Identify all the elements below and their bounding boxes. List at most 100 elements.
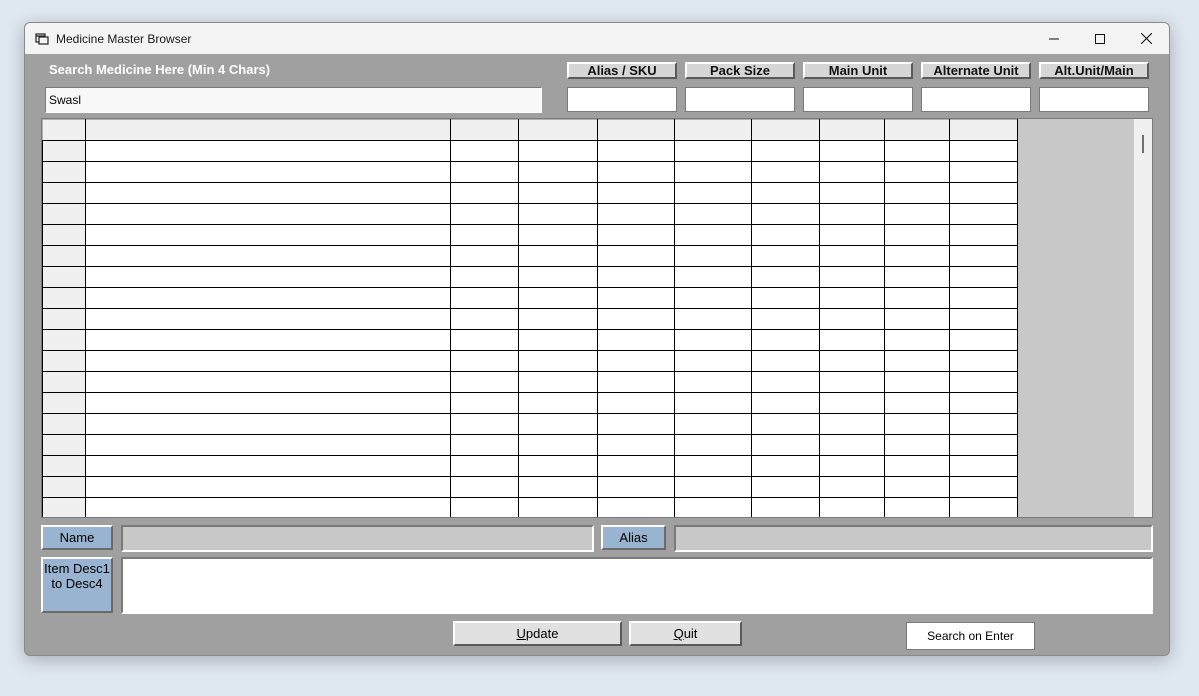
grid-row[interactable] (42, 476, 1018, 498)
grid-row[interactable] (42, 161, 1018, 183)
grid-cell[interactable] (751, 308, 820, 330)
grid-cell[interactable] (674, 434, 752, 456)
grid-cell[interactable] (674, 224, 752, 246)
grid-header-cell[interactable] (42, 119, 86, 141)
grid-cell[interactable] (949, 266, 1018, 288)
grid-cell[interactable] (884, 455, 950, 477)
grid-cell[interactable] (450, 455, 519, 477)
quit-button[interactable]: Quit (629, 621, 742, 646)
grid-cell[interactable] (884, 182, 950, 204)
grid-cell[interactable] (450, 203, 519, 225)
grid-cell[interactable] (85, 392, 451, 414)
grid-cell[interactable] (597, 140, 675, 162)
grid-cell[interactable] (597, 161, 675, 183)
grid-cell[interactable] (85, 434, 451, 456)
grid-cell[interactable] (819, 392, 885, 414)
name-field[interactable] (121, 525, 594, 552)
grid-cell[interactable] (518, 203, 598, 225)
grid-header-cell[interactable] (518, 119, 598, 141)
grid-cell[interactable] (949, 203, 1018, 225)
grid-cell[interactable] (884, 497, 950, 517)
grid-cell[interactable] (597, 434, 675, 456)
grid-cell[interactable] (597, 371, 675, 393)
grid-cell[interactable] (518, 161, 598, 183)
grid-cell[interactable] (597, 308, 675, 330)
grid-cell[interactable] (85, 140, 451, 162)
grid-header-row[interactable] (42, 119, 1018, 141)
grid-row[interactable] (42, 182, 1018, 204)
item-desc-field[interactable] (121, 557, 1153, 614)
grid-row[interactable] (42, 413, 1018, 435)
grid-cell[interactable] (518, 350, 598, 372)
search-input[interactable] (45, 87, 542, 113)
grid-cell[interactable] (751, 161, 820, 183)
grid-cell[interactable] (85, 203, 451, 225)
grid-cell[interactable] (518, 287, 598, 309)
grid-cell[interactable] (518, 476, 598, 498)
grid-cell[interactable] (518, 497, 598, 517)
grid-cell[interactable] (674, 371, 752, 393)
grid-cell[interactable] (819, 455, 885, 477)
grid-cell[interactable] (949, 140, 1018, 162)
grid-cell[interactable] (597, 497, 675, 517)
grid-row[interactable] (42, 140, 1018, 162)
grid-cell[interactable] (518, 266, 598, 288)
grid-cell[interactable] (85, 266, 451, 288)
grid-cell[interactable] (450, 476, 519, 498)
grid-cell[interactable] (518, 182, 598, 204)
grid-cell[interactable] (85, 329, 451, 351)
grid-cell[interactable] (949, 392, 1018, 414)
grid-cell[interactable] (884, 329, 950, 351)
grid-cell[interactable] (85, 350, 451, 372)
grid-cell[interactable] (949, 476, 1018, 498)
grid-cell[interactable] (674, 140, 752, 162)
grid-cell[interactable] (949, 434, 1018, 456)
grid-row[interactable] (42, 329, 1018, 351)
grid-row[interactable] (42, 308, 1018, 330)
grid-cell[interactable] (518, 434, 598, 456)
grid-cell[interactable] (751, 497, 820, 517)
grid-header-cell[interactable] (450, 119, 519, 141)
grid-cell[interactable] (949, 182, 1018, 204)
grid-cell[interactable] (450, 413, 519, 435)
grid-cell[interactable] (819, 161, 885, 183)
grid-cell[interactable] (949, 497, 1018, 517)
row-selector[interactable] (42, 350, 86, 372)
grid-row[interactable] (42, 434, 1018, 456)
grid-cell[interactable] (949, 224, 1018, 246)
grid-cell[interactable] (819, 497, 885, 517)
grid-cell[interactable] (597, 392, 675, 414)
grid-cell[interactable] (597, 203, 675, 225)
grid-cell[interactable] (949, 413, 1018, 435)
grid-cell[interactable] (450, 287, 519, 309)
grid-row[interactable] (42, 497, 1018, 517)
grid-cell[interactable] (450, 350, 519, 372)
grid-cell[interactable] (597, 245, 675, 267)
grid-row[interactable] (42, 392, 1018, 414)
grid-cell[interactable] (819, 266, 885, 288)
grid-row[interactable] (42, 371, 1018, 393)
update-button[interactable]: Update (453, 621, 622, 646)
grid-cell[interactable] (450, 224, 519, 246)
grid-cell[interactable] (751, 287, 820, 309)
grid-cell[interactable] (450, 245, 519, 267)
grid-cell[interactable] (884, 266, 950, 288)
grid-cell[interactable] (819, 476, 885, 498)
grid-cell[interactable] (819, 371, 885, 393)
search-on-enter-button[interactable]: Search on Enter (906, 622, 1035, 650)
grid-cell[interactable] (518, 392, 598, 414)
grid-cell[interactable] (884, 476, 950, 498)
close-button[interactable] (1123, 23, 1169, 54)
row-selector[interactable] (42, 476, 86, 498)
grid-cell[interactable] (674, 476, 752, 498)
grid-row[interactable] (42, 245, 1018, 267)
grid-cell[interactable] (819, 182, 885, 204)
row-selector[interactable] (42, 434, 86, 456)
grid-cell[interactable] (450, 140, 519, 162)
grid-cell[interactable] (751, 413, 820, 435)
grid-cell[interactable] (674, 308, 752, 330)
grid-cell[interactable] (819, 140, 885, 162)
grid-header-cell[interactable] (751, 119, 820, 141)
grid-cell[interactable] (949, 455, 1018, 477)
title-bar[interactable]: Medicine Master Browser (25, 23, 1169, 54)
